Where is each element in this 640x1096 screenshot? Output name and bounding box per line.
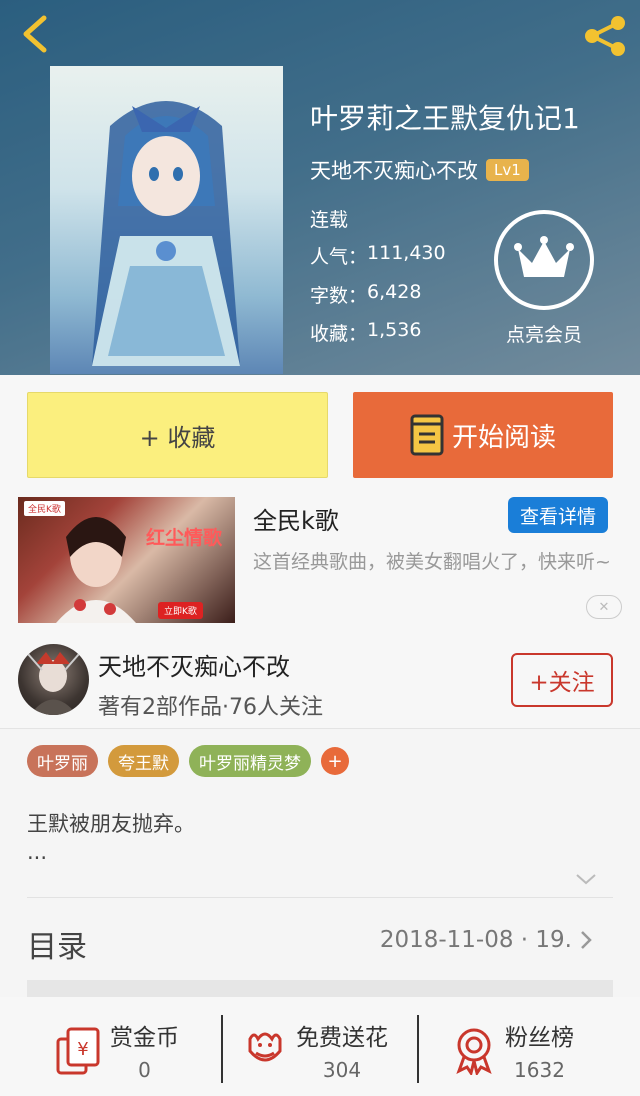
- ad-close-button[interactable]: ✕: [586, 595, 622, 619]
- book-header: 叶罗莉之王默复仇记1 天地不灭痴心不改 Lv1 连载 人气： 111,430 字…: [0, 0, 640, 375]
- book-description: 王默被朋友抛弃。: [27, 812, 195, 836]
- catalog-latest-update: 2018-11-08 · 19.: [379, 927, 572, 953]
- book-author-line: 天地不灭痴心不改 Lv1: [310, 155, 529, 185]
- action-bar: + 收藏 开始阅读: [0, 375, 640, 485]
- reward-coins-label: 赏金币: [110, 1025, 179, 1051]
- favorite-button[interactable]: + 收藏: [27, 392, 328, 478]
- catalog-row[interactable]: 目录 2018-11-08 · 19.: [0, 898, 640, 980]
- author-name[interactable]: 天地不灭痴心不改: [98, 647, 290, 682]
- stat-words: 字数： 6,428: [310, 281, 421, 308]
- ad-image-title: 红尘情歌: [146, 527, 223, 549]
- stat-favorites: 收藏： 1,536: [310, 319, 421, 346]
- stat-favorites-value: 1,536: [367, 319, 422, 341]
- fan-ranking-label: 粉丝榜: [505, 1025, 574, 1051]
- svg-text:¥: ¥: [77, 1039, 88, 1060]
- stat-words-value: 6,428: [367, 281, 422, 303]
- fan-ranking-button[interactable]: 粉丝榜 1632: [449, 1015, 574, 1085]
- cover-illustration: [92, 101, 240, 366]
- red-envelope-icon: ¥: [56, 1027, 100, 1075]
- start-reading-button[interactable]: 开始阅读: [353, 392, 613, 478]
- book-title: 叶罗莉之王默复仇记1: [310, 102, 580, 135]
- back-button[interactable]: [14, 12, 58, 56]
- bottom-action-bar: ¥ 赏金币 0 免费送花 304 粉丝榜 1632: [0, 997, 640, 1096]
- share-icon: [585, 16, 625, 56]
- vip-circle: [494, 210, 594, 310]
- catalog-title: 目录: [27, 930, 87, 965]
- description-ellipsis: ...: [27, 840, 48, 864]
- chevron-down-icon[interactable]: [574, 871, 598, 887]
- add-tag-button[interactable]: +: [321, 747, 349, 775]
- send-flower-value: 304: [322, 1058, 362, 1082]
- ad-image[interactable]: 全民K歌 红尘情歌 立即K歌: [18, 497, 235, 623]
- send-flower-label: 免费送花: [296, 1025, 388, 1051]
- reward-coins-button[interactable]: ¥ 赏金币 0: [54, 1015, 179, 1085]
- stat-popularity-value: 111,430: [367, 242, 446, 264]
- author-meta: 著有2部作品·76人关注: [98, 695, 323, 720]
- flower-icon: [248, 1032, 282, 1062]
- ad-image-cta: 立即K歌: [158, 602, 203, 619]
- divider: [221, 1015, 223, 1083]
- divider: [417, 1015, 419, 1083]
- ad-description[interactable]: 这首经典歌曲，被美女翻唱火了，快来听~: [253, 551, 628, 575]
- close-icon: ✕: [598, 599, 610, 615]
- book-author[interactable]: 天地不灭痴心不改: [310, 155, 478, 185]
- start-reading-label: 开始阅读: [451, 422, 556, 453]
- book-icon: [410, 414, 444, 456]
- tag-list: 叶罗丽 夸王默 叶罗丽精灵梦 +: [27, 745, 349, 777]
- book-status: 连载: [310, 209, 349, 231]
- chevron-left-icon: [23, 15, 47, 53]
- vip-label: 点亮会员: [505, 324, 582, 346]
- share-button[interactable]: [580, 14, 630, 58]
- ad-banner: 全民K歌 红尘情歌 立即K歌 全民k歌 查看详情 这首经典歌曲，被美女翻唱火了，…: [0, 485, 640, 627]
- vip-button[interactable]: 点亮会员: [494, 210, 594, 347]
- avatar[interactable]: [18, 644, 89, 715]
- tag-item[interactable]: 夸王默: [108, 745, 179, 777]
- stat-words-label: 字数：: [310, 285, 368, 307]
- ad-title[interactable]: 全民k歌: [253, 501, 339, 536]
- chevron-right-icon: [581, 931, 592, 949]
- ad-detail-button[interactable]: 查看详情: [508, 497, 608, 533]
- stat-popularity-label: 人气：: [310, 246, 368, 268]
- level-badge: Lv1: [486, 159, 529, 181]
- stat-favorites-label: 收藏：: [310, 323, 368, 345]
- send-flower-button[interactable]: 免费送花 304: [240, 1015, 388, 1085]
- author-card: 天地不灭痴心不改 著有2部作品·76人关注 +关注: [0, 627, 640, 729]
- tag-item[interactable]: 叶罗丽: [27, 745, 98, 777]
- avatar-image: [27, 652, 80, 715]
- follow-button[interactable]: +关注: [511, 653, 613, 707]
- medal-icon: [456, 1028, 492, 1075]
- ad-image-logo: 全民K歌: [24, 501, 65, 516]
- stat-popularity: 人气： 111,430: [310, 242, 446, 269]
- fan-ranking-value: 1632: [514, 1058, 565, 1082]
- reward-coins-value: 0: [138, 1058, 151, 1082]
- tag-item[interactable]: 叶罗丽精灵梦: [189, 745, 311, 777]
- crown-icon: [514, 236, 574, 277]
- section-separator: [27, 980, 613, 997]
- book-cover[interactable]: [50, 66, 283, 374]
